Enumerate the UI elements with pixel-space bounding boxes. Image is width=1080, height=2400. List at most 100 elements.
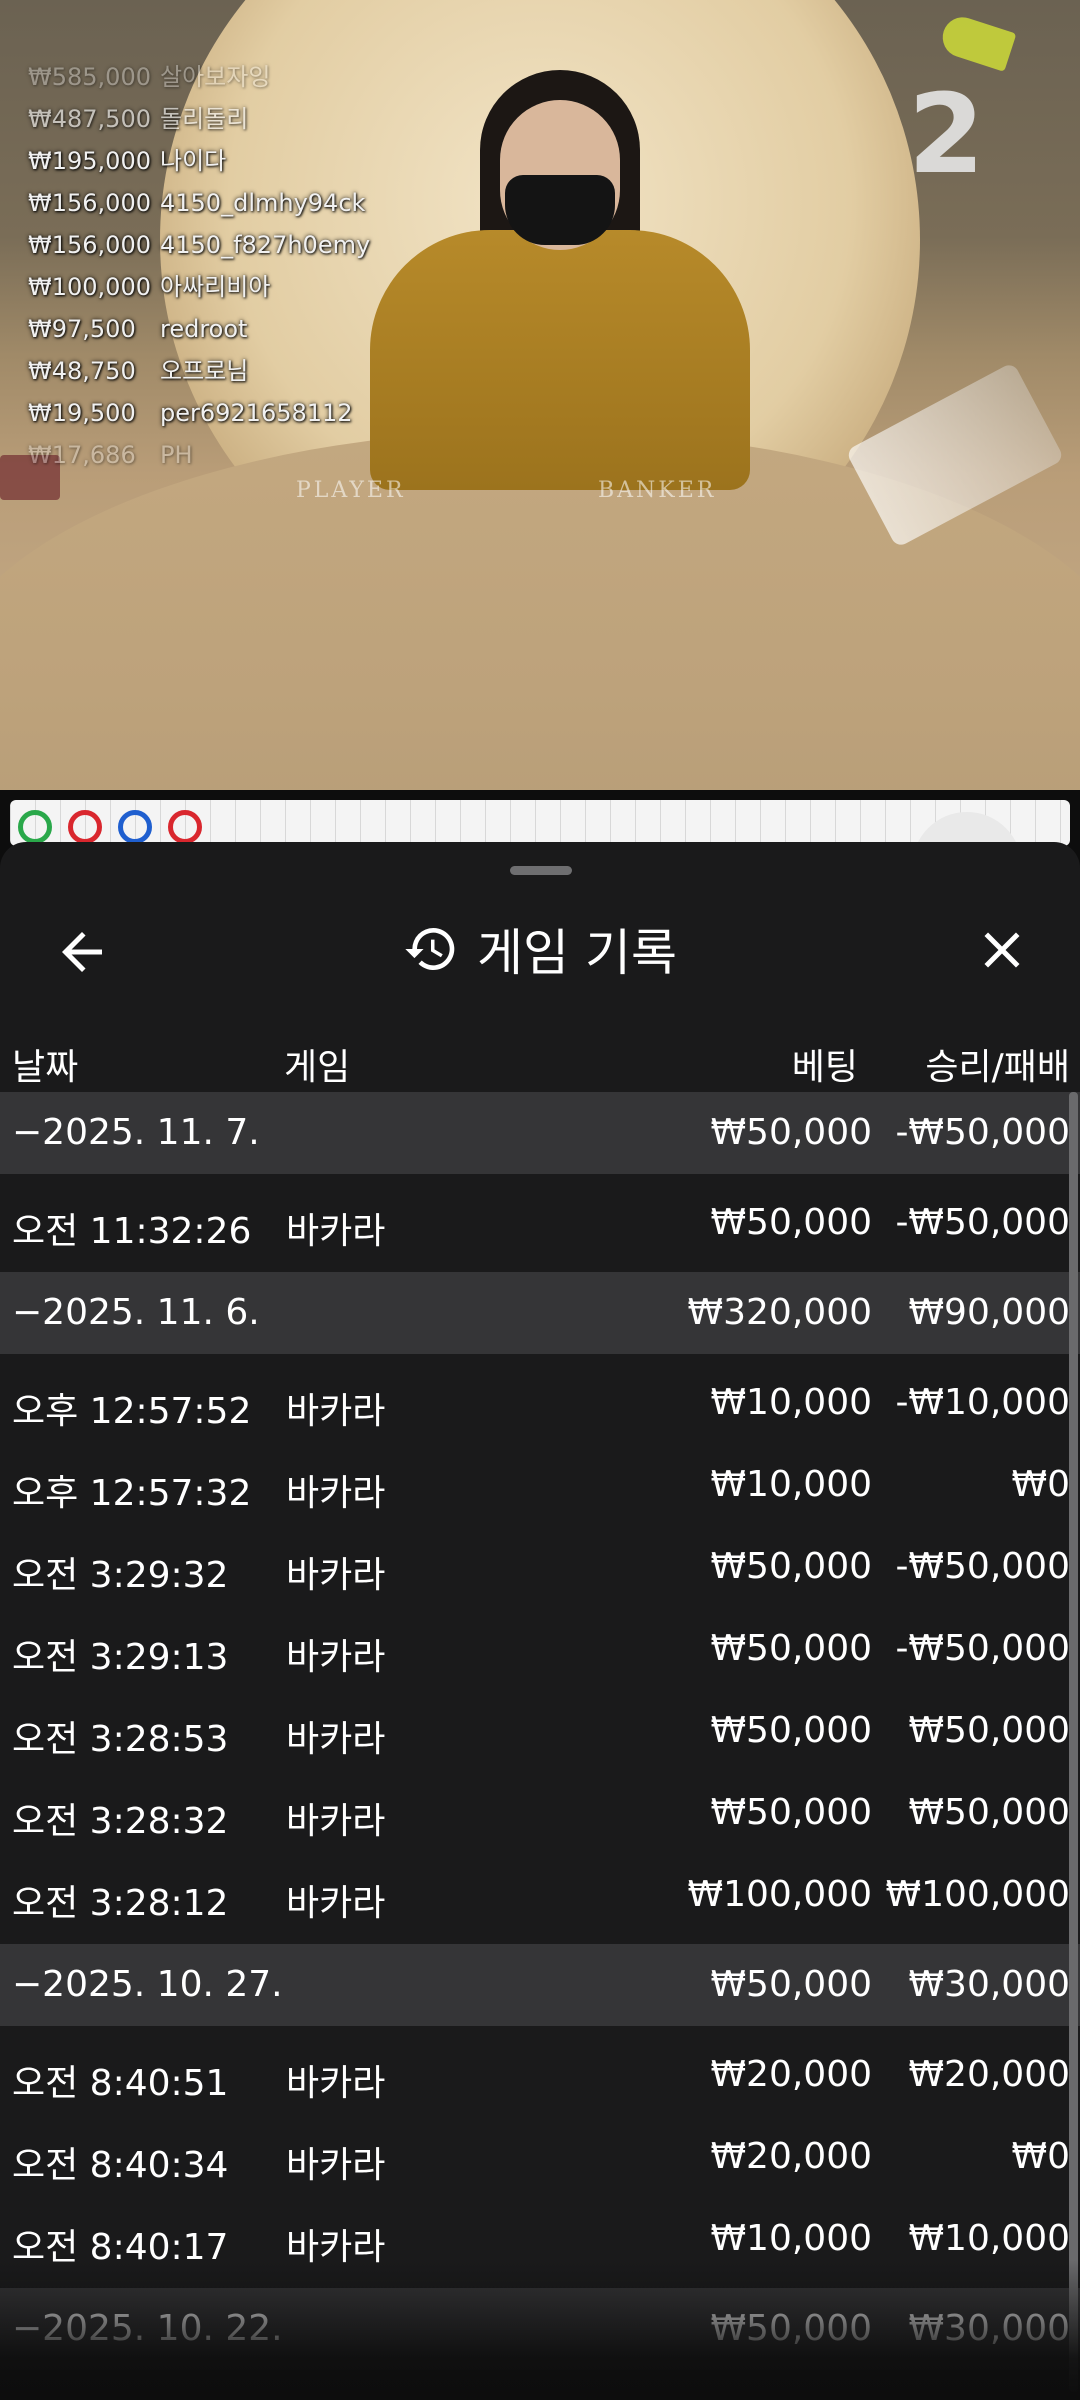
winner-amount: ₩195,000 (28, 147, 151, 175)
winner-amount: ₩48,750 (28, 357, 136, 385)
history-row[interactable]: 오전 3:29:13 바카라 ₩50,000 -₩50,000 (0, 1608, 1080, 1690)
winner-row: ₩195,000 나이다 (28, 140, 370, 182)
row-win-loss: ₩100,000 (885, 1874, 1070, 1915)
winner-row: ₩585,000 살아보자잉 (28, 56, 370, 98)
history-row[interactable]: 오전 8:40:51 바카라 ₩20,000 ₩20,000 (0, 2034, 1080, 2116)
row-game: 바카라 (286, 2063, 386, 2104)
row-win-loss: ₩0 (1011, 1464, 1071, 1505)
winner-name: per6921658112 (160, 399, 353, 427)
row-date: 오전 3:29:13 (12, 1637, 229, 1678)
winner-name: 4150_dlmhy94ck (160, 189, 366, 217)
row-win-loss: ₩0 (1011, 2136, 1071, 2177)
row-bet: ₩50,000 (710, 1546, 872, 1587)
row-bet: ₩10,000 (710, 1464, 872, 1505)
row-game: 바카라 (286, 1211, 386, 1252)
sheet-title: 게임 기록 (477, 924, 677, 982)
row-win-loss: ₩90,000 (908, 1292, 1070, 1333)
table-header: 날짜 게임 베팅 승리/패배 (0, 1024, 1080, 1094)
row-game: 바카라 (286, 1719, 386, 1760)
row-date: −2025. 10. 22. (12, 2308, 283, 2349)
history-row[interactable]: 오전 3:28:53 바카라 ₩50,000 ₩50,000 (0, 1690, 1080, 1772)
winner-amount: ₩156,000 (28, 231, 151, 259)
banker-label: BANKER (598, 478, 717, 503)
date-group-row[interactable]: −2025. 10. 22. ₩50,000 ₩30,000 (0, 2288, 1080, 2370)
row-date: 오전 3:28:12 (12, 1883, 229, 1924)
winner-name: PH (160, 441, 193, 469)
row-date: −2025. 11. 7. (12, 1112, 260, 1153)
row-date: −2025. 10. 27. (12, 1964, 283, 2005)
row-date: 오전 3:28:53 (12, 1719, 229, 1760)
winner-name: redroot (160, 315, 248, 343)
date-group-row[interactable]: −2025. 10. 27. ₩50,000 ₩30,000 (0, 1944, 1080, 2026)
roadmap-strip[interactable] (10, 800, 1070, 846)
column-win-loss: 승리/패배 (925, 1047, 1070, 1088)
row-game: 바카라 (286, 1473, 386, 1514)
row-win-loss: -₩50,000 (895, 1546, 1070, 1587)
row-bet: ₩100,000 (687, 1874, 872, 1915)
row-bet: ₩50,000 (710, 2308, 872, 2349)
row-date: 오후 12:57:32 (12, 1473, 252, 1514)
close-icon[interactable] (972, 920, 1032, 980)
date-group-row[interactable]: −2025. 11. 7. ₩50,000 -₩50,000 (0, 1092, 1080, 1174)
history-row[interactable]: 오전 3:28:32 바카라 ₩50,000 ₩50,000 (0, 1772, 1080, 1854)
history-row[interactable]: 오전 8:40:34 바카라 ₩20,000 ₩0 (0, 2116, 1080, 2198)
row-game: 바카라 (286, 1801, 386, 1842)
column-bet: 베팅 (791, 1047, 858, 1088)
dealer (370, 70, 750, 490)
history-row[interactable]: 오전 11:32:26 바카라 ₩50,000 -₩50,000 (0, 1182, 1080, 1264)
row-bet: ₩20,000 (710, 2054, 872, 2095)
round-number: 2 (908, 70, 985, 198)
winner-name: 4150_f827h0emy (160, 231, 371, 259)
row-date: −2025. 11. 6. (12, 1292, 260, 1333)
row-win-loss: -₩10,000 (895, 1382, 1070, 1423)
row-game: 바카라 (286, 2145, 386, 2186)
row-bet: ₩320,000 (687, 1292, 872, 1333)
winner-amount: ₩17,686 (28, 441, 136, 469)
row-win-loss: ₩50,000 (908, 1792, 1070, 1833)
history-list[interactable]: −2025. 11. 7. ₩50,000 -₩50,000 오전 11:32:26 바… (0, 1092, 1080, 2378)
row-bet: ₩20,000 (710, 2136, 872, 2177)
history-scrollbar[interactable] (1069, 1092, 1078, 2392)
winner-row: ₩19,500 per6921658112 (28, 392, 370, 434)
winner-name: 나이다 (160, 147, 227, 175)
row-date: 오전 8:40:34 (12, 2145, 229, 2186)
row-game: 바카라 (286, 1637, 386, 1678)
row-date: 오전 8:40:17 (12, 2227, 229, 2268)
row-win-loss: ₩30,000 (908, 1964, 1070, 2005)
row-win-loss: -₩50,000 (895, 1202, 1070, 1243)
row-win-loss: ₩30,000 (908, 2308, 1070, 2349)
back-arrow-icon[interactable] (52, 922, 112, 982)
history-row[interactable]: 오후 12:57:32 바카라 ₩10,000 ₩0 (0, 1444, 1080, 1526)
winner-name: 돌리돌리 (160, 105, 249, 133)
game-history-sheet: 게임 기록 날짜 게임 베팅 승리/패배 −2025. 11. 7. ₩50,00… (0, 842, 1080, 2400)
winner-row: ₩487,500 돌리돌리 (28, 98, 370, 140)
history-row[interactable]: 오전 3:29:32 바카라 ₩50,000 -₩50,000 (0, 1526, 1080, 1608)
winner-row: ₩17,686 PH (28, 434, 370, 476)
column-game: 게임 (284, 1047, 351, 1088)
row-win-loss: -₩50,000 (895, 1628, 1070, 1669)
history-row[interactable]: 오전 3:28:12 바카라 ₩100,000 ₩100,000 (0, 1854, 1080, 1936)
winner-name: 오프로님 (160, 357, 249, 385)
date-group-row[interactable]: −2025. 11. 6. ₩320,000 ₩90,000 (0, 1272, 1080, 1354)
history-row[interactable]: 오전 8:40:17 바카라 ₩10,000 ₩10,000 (0, 2198, 1080, 2280)
sheet-drag-handle[interactable] (510, 866, 572, 875)
row-bet: ₩50,000 (710, 1628, 872, 1669)
row-bet: ₩50,000 (710, 1202, 872, 1243)
winner-amount: ₩585,000 (28, 63, 151, 91)
column-date: 날짜 (12, 1047, 79, 1088)
winners-list: ₩585,000 살아보자잉 ₩487,500 돌리돌리 ₩195,000 나이다 ₩156… (28, 56, 370, 476)
history-row[interactable]: 오후 12:57:52 바카라 ₩10,000 -₩10,000 (0, 1362, 1080, 1444)
history-icon (405, 928, 455, 970)
row-game: 바카라 (286, 1391, 386, 1432)
row-game: 바카라 (286, 1883, 386, 1924)
row-bet: ₩50,000 (710, 1710, 872, 1751)
row-bet: ₩10,000 (710, 1382, 872, 1423)
row-bet: ₩50,000 (710, 1792, 872, 1833)
row-win-loss: ₩50,000 (908, 1710, 1070, 1751)
row-game: 바카라 (286, 2227, 386, 2268)
roadmap-red-circle (68, 810, 102, 844)
row-date: 오후 12:57:52 (12, 1391, 252, 1432)
corner-flag-decoration (937, 12, 1017, 72)
row-date: 오전 8:40:51 (12, 2063, 229, 2104)
winner-name: 살아보자잉 (160, 63, 271, 91)
